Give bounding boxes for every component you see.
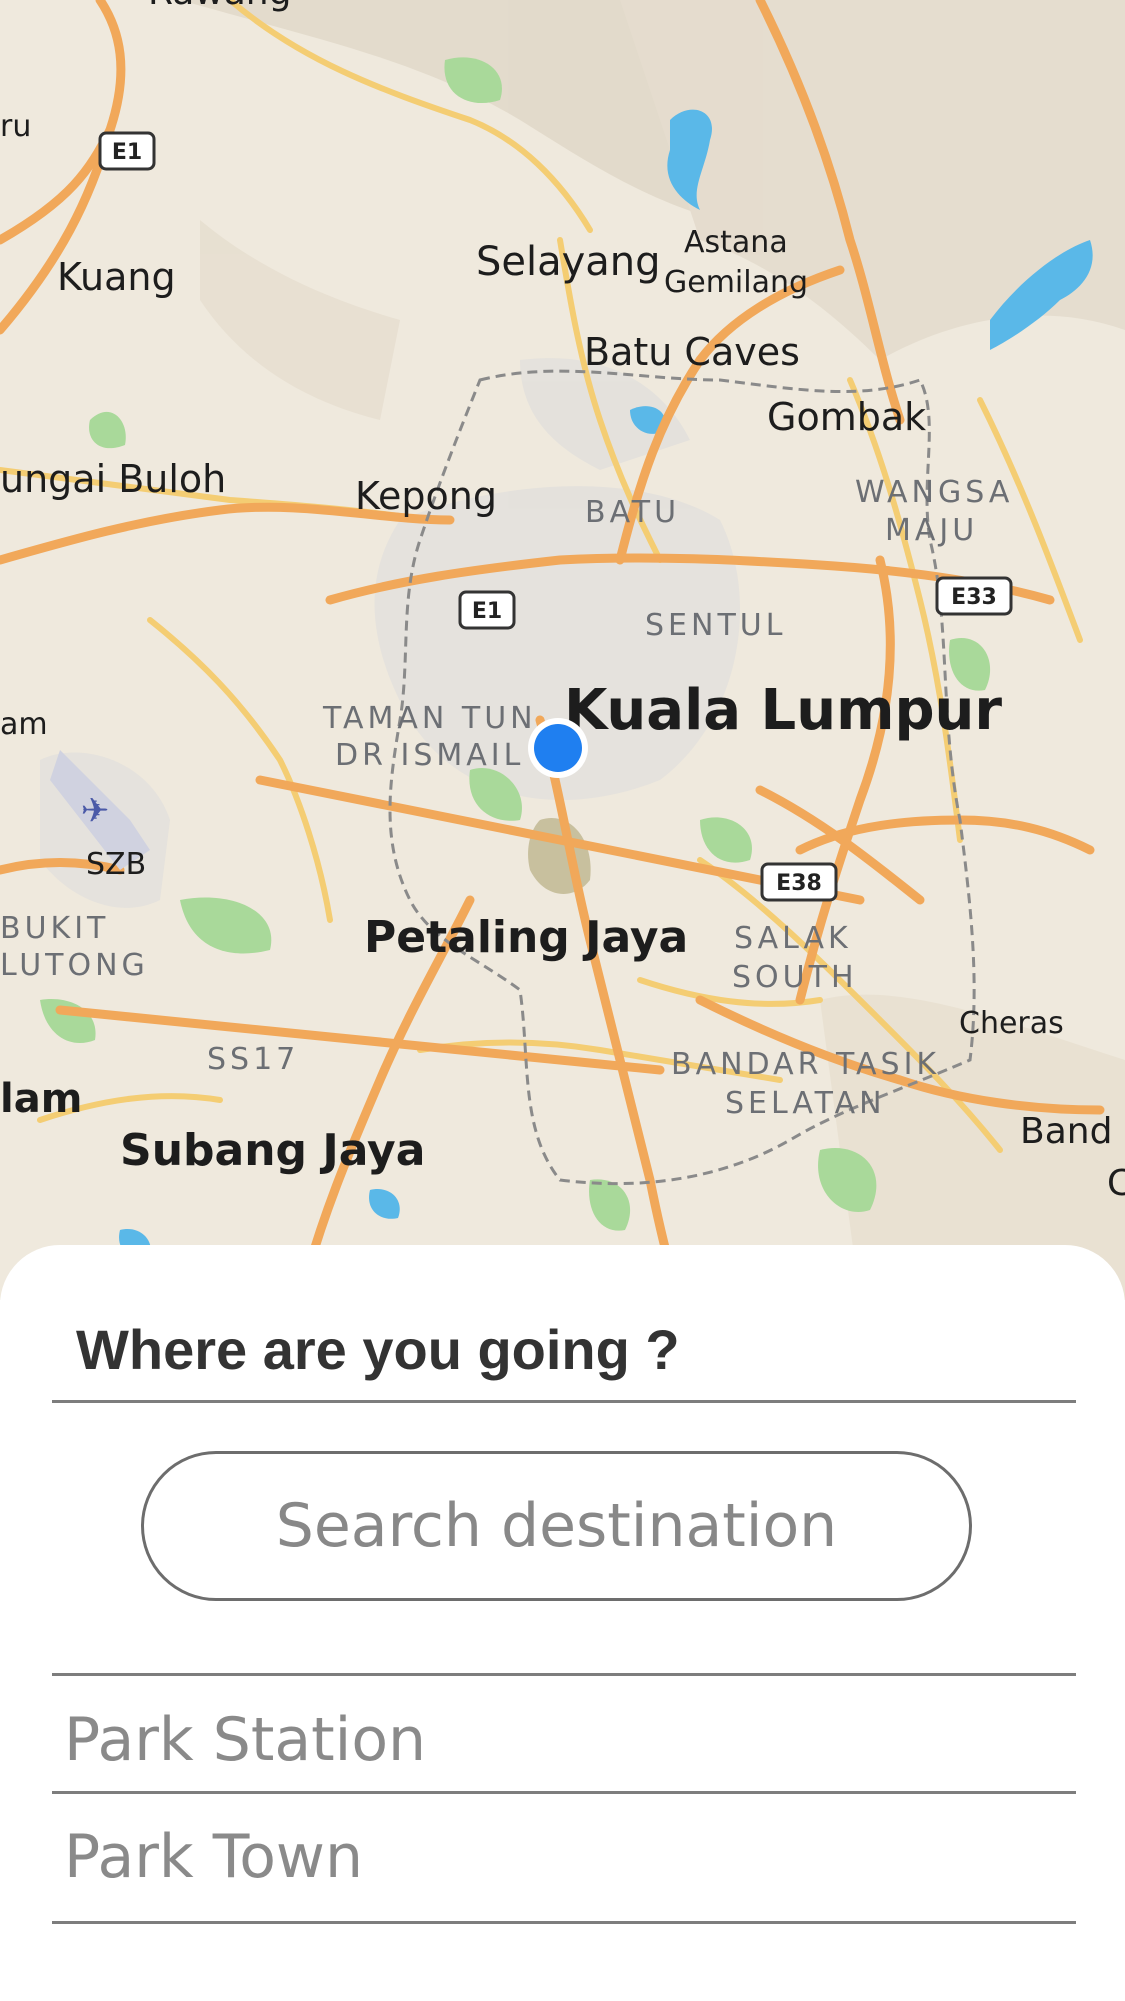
map-label-bandar-tasik: BANDAR TASIK (671, 1047, 940, 1082)
map-label-dr-ismail: DR ISMAIL (335, 738, 524, 773)
suggestion-item-park-town[interactable]: Park Town (64, 1822, 1044, 1892)
search-destination-field[interactable] (141, 1451, 972, 1601)
urban-areas (40, 358, 740, 908)
map-label-south: SOUTH (732, 960, 858, 995)
map-label-szb: SZB (86, 847, 146, 882)
svg-text:E33: E33 (951, 585, 997, 610)
map-label-cheras: Cheras (959, 1006, 1064, 1041)
map-label-selayang: Selayang (476, 239, 661, 285)
suggestions-bottom-divider (52, 1921, 1076, 1924)
svg-text:E38: E38 (776, 871, 822, 896)
svg-text:E1: E1 (472, 599, 502, 624)
map-view[interactable]: ✈ E1 E1 E33 E38 Rawang ru Kuang Selayang… (0, 0, 1125, 1300)
map-label-sungai-buloh: ungai Buloh (0, 457, 226, 501)
map-label-bandar: Band (1020, 1111, 1112, 1152)
map-label-petaling-jaya: Petaling Jaya (364, 912, 688, 963)
map-label-rawang: Rawang (148, 0, 291, 13)
suggestion-item-park-station[interactable]: Park Station (64, 1705, 1044, 1775)
map-label-ss17: SS17 (207, 1042, 299, 1077)
map-label-gombak: Gombak (767, 395, 926, 439)
map-label-taman-tun: TAMAN TUN (322, 701, 537, 736)
map-label-lutong: LUTONG (0, 948, 149, 983)
map-label-bukit: BUKIT (0, 911, 109, 946)
highway-shield-e1-north: E1 (98, 131, 156, 171)
map-label-c: C (1107, 1163, 1125, 1204)
map-label-am: am (0, 707, 48, 742)
highway-shield-e38: E38 (760, 862, 838, 902)
suggestions-top-divider (52, 1673, 1076, 1676)
map-label-maju: MAJU (885, 513, 978, 548)
map-label-gemilang: Gemilang (664, 265, 808, 300)
map-label-ru: ru (0, 109, 31, 144)
title-divider (52, 1400, 1076, 1403)
map-label-kuang: Kuang (57, 255, 176, 299)
map-label-batu-caves: Batu Caves (584, 330, 800, 374)
map-label-batu: BATU (585, 495, 680, 530)
map-label-wangsa: WANGSA (855, 475, 1013, 510)
search-destination-input[interactable] (183, 1490, 930, 1562)
svg-text:E1: E1 (112, 140, 142, 165)
map-label-sentul: SENTUL (645, 608, 786, 643)
current-location-marker[interactable] (528, 718, 588, 778)
map-label-salak: SALAK (734, 921, 852, 956)
map-label-selatan: SELATAN (725, 1086, 886, 1121)
map-label-astana: Astana (684, 225, 788, 260)
map-label-kepong: Kepong (355, 474, 497, 518)
suggestion-divider (52, 1791, 1076, 1794)
map-label-kuala-lumpur: Kuala Lumpur (564, 678, 1002, 743)
map-canvas[interactable]: ✈ E1 E1 E33 E38 Rawang ru Kuang Selayang… (0, 0, 1125, 1300)
sheet-title: Where are you going ? (76, 1318, 680, 1381)
highway-shield-e33: E33 (935, 576, 1013, 616)
map-label-lam: lam (0, 1076, 82, 1122)
highway-shield-e1-center: E1 (458, 590, 516, 630)
airport-icon: ✈ (81, 792, 110, 830)
map-label-subang-jaya: Subang Jaya (120, 1125, 425, 1176)
